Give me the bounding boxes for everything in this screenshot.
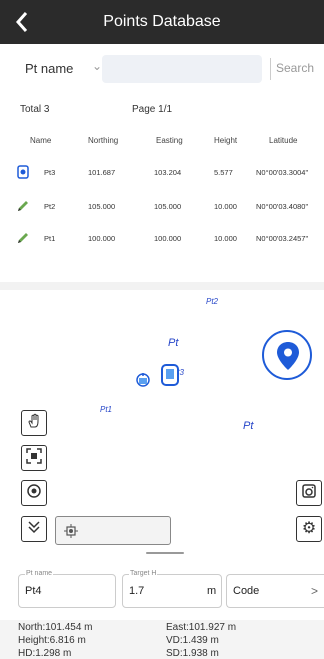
collapse-button[interactable] [21, 516, 47, 542]
map-label-pt2: Pt2 [206, 297, 219, 306]
cell-easting: 103.204 [154, 168, 182, 177]
table-row[interactable]: Pt3 101.687 103.204 5.577 N0°00'03.3004" [0, 162, 324, 182]
pt-name-field[interactable]: Pt name Pt4 [18, 570, 116, 608]
base-station-icon [161, 364, 179, 391]
hand-icon [26, 413, 42, 434]
search-row: Pt name ⌄ Search [12, 55, 314, 83]
col-height: Height [214, 136, 238, 145]
location-pin-icon [277, 342, 299, 370]
pt-name-label: Pt name [25, 570, 54, 577]
table-row[interactable]: Pt2 105.000 105.000 10.000 N0°00'03.4080… [0, 196, 324, 216]
center-target-button[interactable] [21, 480, 47, 506]
pencil-icon [16, 199, 30, 213]
target-height-unit: m [207, 585, 217, 597]
cell-name: Pt1 [44, 234, 56, 243]
gear-icon: ⚙ [301, 520, 317, 537]
search-field-select[interactable]: Pt name [25, 61, 73, 76]
total-count: Total 3 [20, 104, 50, 115]
target-height-value: 1.7 [129, 585, 145, 597]
rover-icon [134, 372, 152, 393]
cell-height: 10.000 [214, 234, 237, 243]
cell-height: 10.000 [214, 202, 237, 211]
cell-latitude: N0°00'03.2457" [256, 234, 309, 243]
cell-height: 5.577 [214, 168, 233, 177]
target-height-label: Target H [129, 570, 158, 577]
status-panel[interactable] [55, 516, 171, 545]
position-readout: North:101.454 m East:101.927 m Height:6.… [0, 620, 324, 659]
base-station-icon [16, 165, 30, 179]
search-input[interactable] [102, 55, 262, 83]
cell-latitude: N0°00'03.4080" [256, 202, 309, 211]
code-field[interactable]: Code > [226, 574, 324, 608]
zoom-extent-button[interactable] [21, 445, 47, 471]
hd-readout: HD:1.298 m [18, 648, 72, 659]
table-row[interactable]: Pt1 100.000 100.000 10.000 N0°00'03.2457… [0, 228, 324, 248]
table-header: Name Northing Easting Height Latitude [0, 136, 324, 150]
cell-northing: 101.687 [88, 168, 116, 177]
fit-extent-icon [26, 447, 42, 469]
east-readout: East:101.927 m [166, 622, 237, 633]
pencil-icon [16, 231, 30, 245]
cell-name: Pt2 [44, 202, 56, 211]
camera-button[interactable] [296, 480, 322, 506]
app-header: Points Database [0, 0, 324, 44]
col-easting: Easting [156, 136, 183, 145]
map-label-pt: Pt [168, 337, 179, 349]
cell-easting: 105.000 [154, 202, 182, 211]
target-height-field[interactable]: Target H 1.7 m [122, 570, 222, 608]
col-name: Name [30, 136, 52, 145]
location-pin-button[interactable] [262, 330, 312, 380]
map-label-pt1: Pt1 [100, 405, 113, 414]
search-button[interactable]: Search [276, 61, 314, 75]
north-readout: North:101.454 m [18, 622, 93, 633]
chevron-down-icon[interactable]: ⌄ [92, 59, 102, 73]
height-readout: Height:6.816 m [18, 635, 86, 646]
page-title: Points Database [103, 13, 221, 30]
cell-latitude: N0°00'03.3004" [256, 168, 309, 177]
col-latitude: Latitude [269, 136, 298, 145]
drag-handle[interactable] [146, 552, 184, 554]
cell-northing: 105.000 [88, 202, 116, 211]
map-canvas[interactable]: Pt2 Pt Pt3 Pt1 Pt ⚙ [0, 290, 324, 555]
pt-name-value: Pt4 [25, 585, 42, 597]
double-chevron-down-icon [26, 519, 42, 540]
chevron-right-icon: > [311, 584, 319, 598]
cell-easting: 100.000 [154, 234, 182, 243]
stakeout-form: Pt name Pt4 Target H 1.7 m Code > [0, 568, 324, 618]
vd-readout: VD:1.439 m [166, 635, 219, 646]
code-label: Code [233, 585, 260, 597]
col-northing: Northing [88, 136, 119, 145]
map-label-pt-right: Pt [243, 420, 254, 432]
satellite-icon [64, 524, 78, 543]
settings-button[interactable]: ⚙ [296, 516, 322, 542]
sd-readout: SD:1.938 m [166, 648, 219, 659]
cell-northing: 100.000 [88, 234, 116, 243]
camera-icon [301, 483, 317, 504]
page-indicator: Page 1/1 [132, 104, 173, 115]
section-divider [0, 282, 324, 290]
cell-name: Pt3 [44, 168, 56, 177]
search-divider [270, 58, 271, 80]
target-icon [26, 483, 42, 504]
hand-pan-button[interactable] [21, 410, 47, 436]
